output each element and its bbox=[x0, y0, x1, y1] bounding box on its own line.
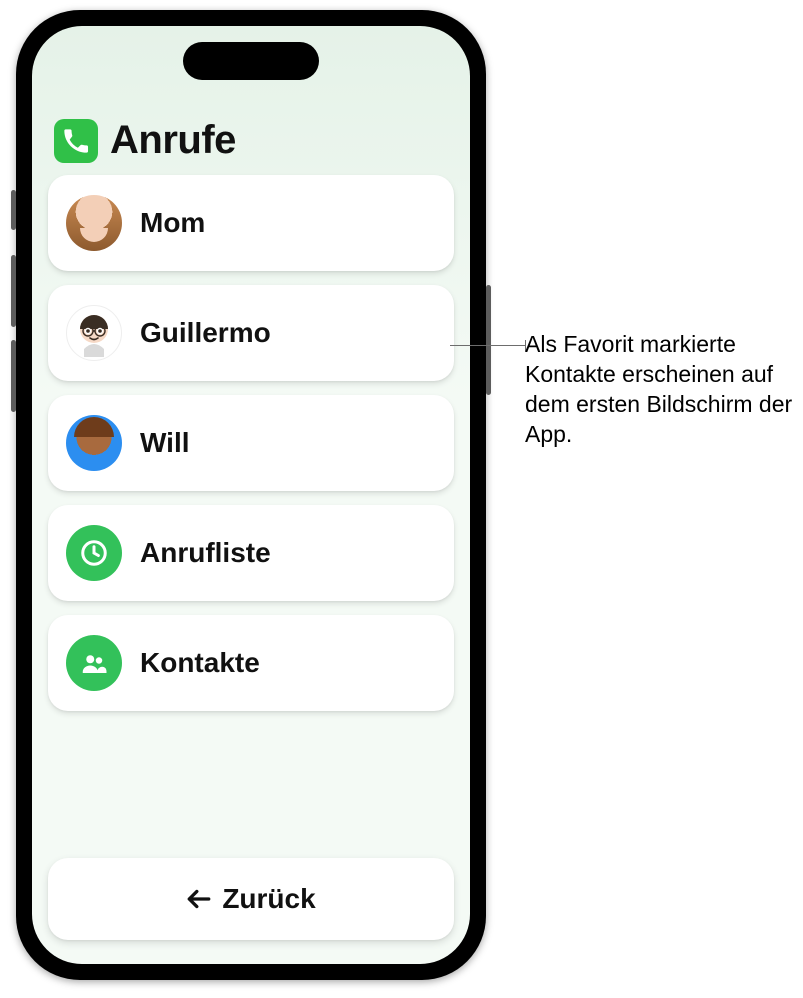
callout-leader bbox=[450, 345, 525, 346]
contact-row-will[interactable]: Will bbox=[48, 395, 454, 491]
side-button-power bbox=[486, 285, 491, 395]
avatar-guillermo bbox=[66, 305, 122, 361]
contact-label: Guillermo bbox=[140, 317, 271, 349]
page-title: Anrufe bbox=[110, 118, 236, 163]
avatar-mom bbox=[66, 195, 122, 251]
dynamic-island bbox=[183, 42, 319, 80]
favorites-list: Mom Guillermo bbox=[32, 171, 470, 838]
phone-icon bbox=[62, 127, 90, 155]
people-icon bbox=[66, 635, 122, 691]
contact-label: Mom bbox=[140, 207, 205, 239]
row-contacts[interactable]: Kontakte bbox=[48, 615, 454, 711]
phone-app-icon bbox=[54, 119, 98, 163]
side-button-silent bbox=[11, 190, 16, 230]
row-recent-calls[interactable]: Anrufliste bbox=[48, 505, 454, 601]
iphone-frame: Anrufe Mom bbox=[16, 10, 486, 980]
contact-row-guillermo[interactable]: Guillermo bbox=[48, 285, 454, 381]
callout-text: Als Favorit markierte Kontakte erscheine… bbox=[525, 330, 795, 450]
avatar-will bbox=[66, 415, 122, 471]
arrow-left-icon bbox=[186, 888, 212, 910]
side-button-vol-up bbox=[11, 255, 16, 327]
row-label: Anrufliste bbox=[140, 537, 271, 569]
contact-row-mom[interactable]: Mom bbox=[48, 175, 454, 271]
row-label: Kontakte bbox=[140, 647, 260, 679]
screen: Anrufe Mom bbox=[32, 26, 470, 964]
contact-label: Will bbox=[140, 427, 190, 459]
footer: Zurück bbox=[32, 838, 470, 964]
side-button-vol-down bbox=[11, 340, 16, 412]
back-label: Zurück bbox=[222, 883, 315, 915]
clock-icon bbox=[66, 525, 122, 581]
back-button[interactable]: Zurück bbox=[48, 858, 454, 940]
